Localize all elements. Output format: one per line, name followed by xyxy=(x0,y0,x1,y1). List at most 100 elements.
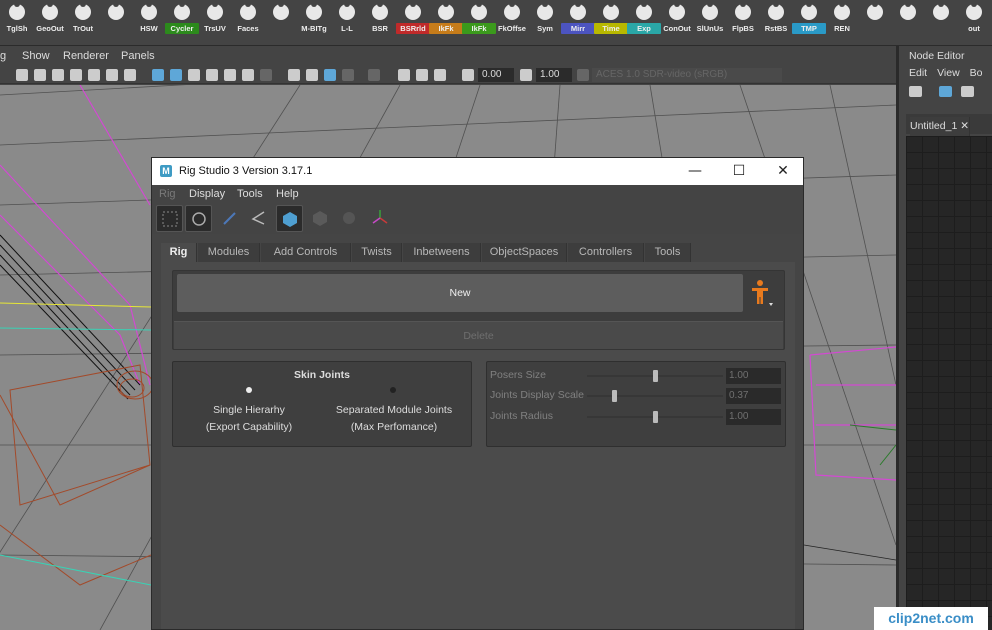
node-editor-menu-edit[interactable]: Edit xyxy=(909,67,927,79)
shelf-button[interactable]: FlpBS xyxy=(726,1,760,44)
gamma-adjust-icon[interactable] xyxy=(520,69,532,81)
wireframe-icon[interactable] xyxy=(152,69,164,81)
textured-icon[interactable] xyxy=(206,69,218,81)
shelf-button[interactable]: Time xyxy=(594,1,628,44)
ao-icon[interactable] xyxy=(342,69,354,81)
shelf-button[interactable]: M-BITg xyxy=(297,1,331,44)
depth-icon[interactable] xyxy=(416,69,428,81)
rig-titlebar[interactable]: M Rig Studio 3 Version 3.17.1 — ☐ ✕ xyxy=(152,158,803,185)
close-button[interactable]: ✕ xyxy=(761,158,805,185)
new-button[interactable]: New xyxy=(177,274,743,312)
cube-display-button[interactable] xyxy=(276,205,303,232)
shelf-button[interactable]: HSW xyxy=(132,1,166,44)
tab-add-controls[interactable]: Add Controls xyxy=(261,243,351,262)
swap-icon[interactable] xyxy=(939,86,952,97)
minimize-button[interactable]: — xyxy=(673,158,717,185)
film-gate-icon[interactable] xyxy=(34,69,46,81)
color-space-select[interactable]: ACES 1.0 SDR-video (sRGB) xyxy=(592,68,782,82)
gamma-field[interactable]: 1.00 xyxy=(536,68,572,82)
shelf-button[interactable]: ConOut xyxy=(660,1,694,44)
shelf-button[interactable]: out xyxy=(957,1,991,44)
tab-twists[interactable]: Twists xyxy=(352,243,402,262)
bone-tool-button[interactable] xyxy=(245,205,272,232)
menu-display[interactable]: Display xyxy=(189,188,225,200)
shelf-button[interactable] xyxy=(99,1,133,44)
posers-size-field[interactable]: 1.00 xyxy=(726,368,781,384)
exposure-field[interactable]: 0.00 xyxy=(478,68,514,82)
joint-tool-button[interactable] xyxy=(216,205,243,232)
viewport-menu-renderer[interactable]: Renderer xyxy=(63,50,109,62)
viewport-menu-show[interactable]: Show xyxy=(22,50,50,62)
shelf-button[interactable]: TMP xyxy=(792,1,826,44)
wireframe-on-shaded-icon[interactable] xyxy=(188,69,200,81)
radio-separated-module-joints[interactable] xyxy=(390,387,396,393)
camera-icon[interactable] xyxy=(52,69,64,81)
shelf-button[interactable]: TrOut xyxy=(66,1,100,44)
gamma-icon[interactable] xyxy=(434,69,446,81)
close-icon[interactable]: ✕ xyxy=(960,120,969,132)
joints-radius-slider[interactable] xyxy=(587,411,723,423)
maximize-button[interactable]: ☐ xyxy=(717,158,761,185)
isolate-icon[interactable] xyxy=(288,69,300,81)
slider-handle[interactable] xyxy=(612,390,617,402)
shelf-button[interactable]: L-L xyxy=(330,1,364,44)
shelf-button[interactable]: Sym xyxy=(528,1,562,44)
cube-gray-button[interactable] xyxy=(307,205,334,232)
shelf-button[interactable]: Mirr xyxy=(561,1,595,44)
select-control-button[interactable] xyxy=(185,205,212,232)
node-editor-menu-view[interactable]: View xyxy=(937,67,960,79)
sphere-button[interactable] xyxy=(336,205,363,232)
axis-button[interactable] xyxy=(367,205,394,232)
add-node-icon[interactable] xyxy=(909,86,922,97)
posers-size-slider[interactable] xyxy=(587,370,723,382)
menu-tools[interactable]: Tools xyxy=(237,188,263,200)
input-output-icon[interactable] xyxy=(961,86,974,97)
viewport-menu-item[interactable]: g xyxy=(0,50,6,62)
image-plane-icon[interactable] xyxy=(106,69,118,81)
shelf-button[interactable]: REN xyxy=(825,1,859,44)
checker-icon[interactable] xyxy=(224,69,236,81)
shelf-button[interactable]: SlUnUs xyxy=(693,1,727,44)
radio-single-hierarchy[interactable] xyxy=(246,387,252,393)
human-figure-icon[interactable] xyxy=(750,279,774,307)
shelf-button[interactable]: Cycler xyxy=(165,1,199,44)
node-editor-menu-bookmarks[interactable]: Bo xyxy=(970,67,983,79)
safe-title-icon[interactable] xyxy=(124,69,136,81)
color-management-icon[interactable] xyxy=(577,69,589,81)
shelf-button[interactable] xyxy=(858,1,892,44)
shelf-button[interactable] xyxy=(891,1,925,44)
safe-area-icon[interactable] xyxy=(88,69,100,81)
tab-rig[interactable]: Rig xyxy=(161,243,197,262)
xray-icon[interactable] xyxy=(306,69,318,81)
smooth-shade-icon[interactable] xyxy=(170,69,182,81)
multisample-icon[interactable] xyxy=(398,69,410,81)
joints-display-scale-slider[interactable] xyxy=(587,390,723,402)
shelf-button[interactable]: Exp xyxy=(627,1,661,44)
shelf-button[interactable] xyxy=(264,1,298,44)
tab-objectspaces[interactable]: ObjectSpaces xyxy=(482,243,567,262)
shelf-button[interactable]: IkFk xyxy=(429,1,463,44)
node-editor-tab[interactable]: Untitled_1 ✕ xyxy=(910,117,971,136)
shelf-button[interactable]: TrsUV xyxy=(198,1,232,44)
shelf-button[interactable]: FkOffse xyxy=(495,1,529,44)
shelf-button[interactable]: GeoOut xyxy=(33,1,67,44)
slider-handle[interactable] xyxy=(653,411,658,423)
viewport-menu-panels[interactable]: Panels xyxy=(121,50,155,62)
shelf-button[interactable]: RstBS xyxy=(759,1,793,44)
shelf-button[interactable]: BSRrld xyxy=(396,1,430,44)
menu-rig[interactable]: Rig xyxy=(159,188,176,200)
tab-inbetweens[interactable]: Inbetweens xyxy=(403,243,481,262)
shelf-button[interactable]: IkFk xyxy=(462,1,496,44)
shelf-button[interactable]: BSR xyxy=(363,1,397,44)
tab-modules[interactable]: Modules xyxy=(198,243,260,262)
shelf-button[interactable] xyxy=(924,1,958,44)
shelf-button[interactable]: TglSh xyxy=(0,1,34,44)
grid-icon[interactable] xyxy=(16,69,28,81)
shadow-icon[interactable] xyxy=(260,69,272,81)
slider-handle[interactable] xyxy=(653,370,658,382)
xray-joints-icon[interactable] xyxy=(324,69,336,81)
node-editor-graph[interactable] xyxy=(906,136,992,630)
motion-blur-icon[interactable] xyxy=(368,69,380,81)
resolution-gate-icon[interactable] xyxy=(70,69,82,81)
exposure-icon[interactable] xyxy=(462,69,474,81)
